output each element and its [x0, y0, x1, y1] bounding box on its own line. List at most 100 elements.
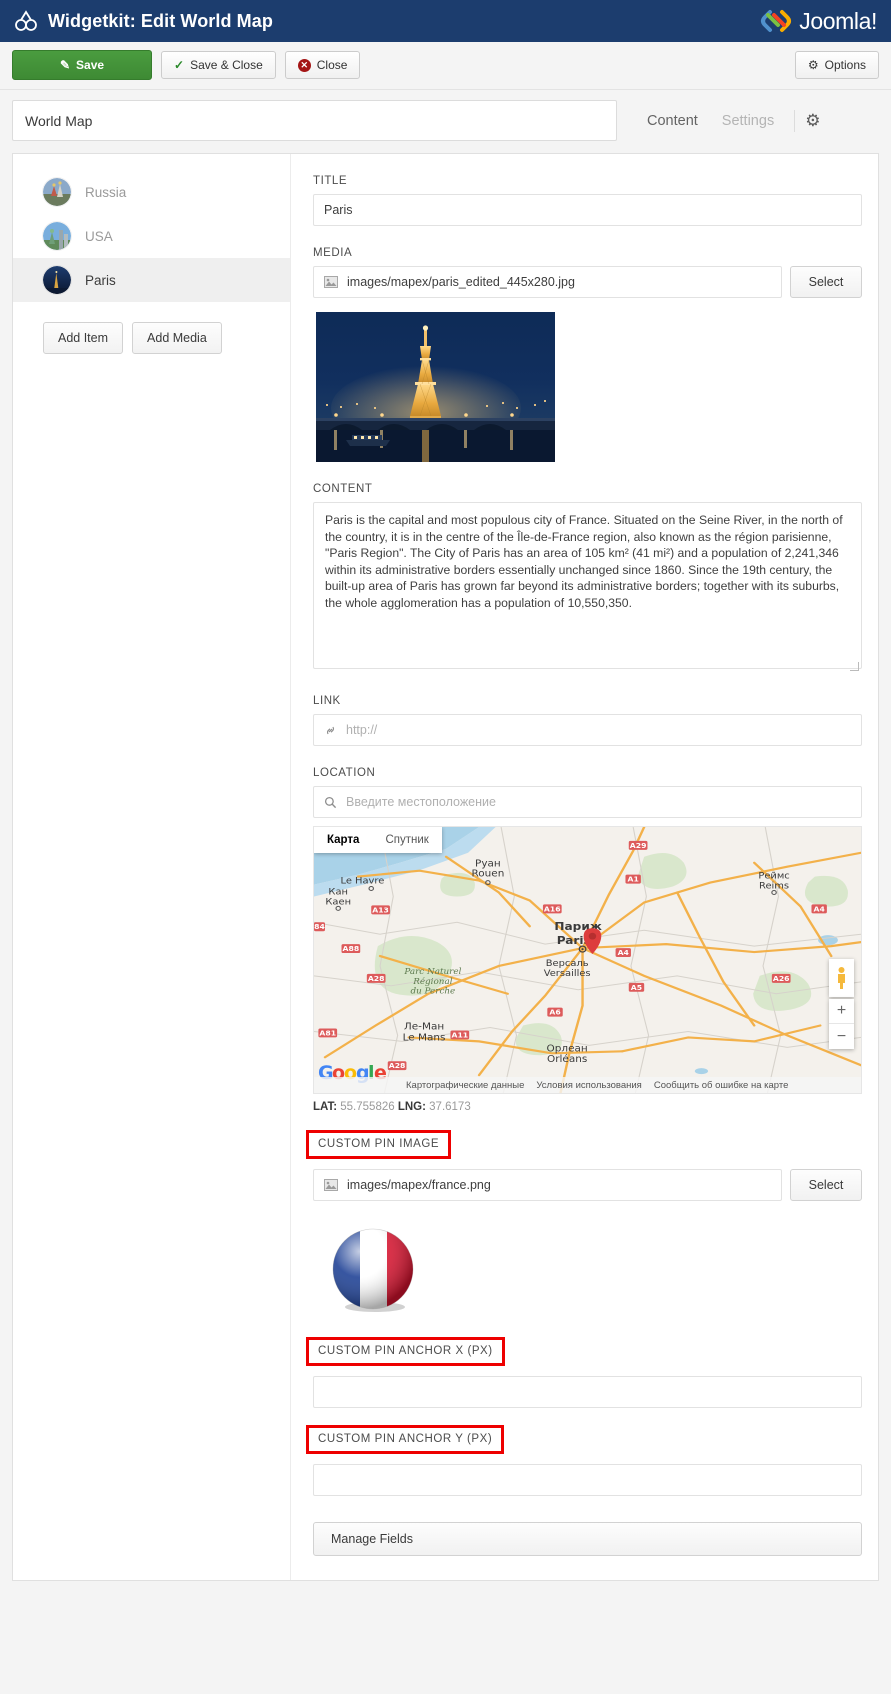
svg-text:A1: A1 [628, 875, 639, 884]
street-view-pegman-icon[interactable] [829, 959, 854, 997]
map-zoom-out-button[interactable]: − [829, 1024, 854, 1049]
options-button[interactable]: ⚙ Options [794, 51, 879, 79]
manage-fields-button[interactable]: Manage Fields [313, 1522, 862, 1556]
field-custom-pin-anchor-y: CUSTOM PIN ANCHOR Y (PX) [306, 1425, 862, 1496]
paris-eiffel-preview-image [316, 312, 555, 462]
title-input[interactable] [313, 194, 862, 226]
page-title: Widgetkit: Edit World Map [48, 10, 273, 31]
widgetkit-logo-icon [14, 10, 38, 32]
pencil-icon: ✎ [59, 58, 71, 72]
save-and-close-label: Save & Close [190, 58, 263, 72]
list-item-usa[interactable]: USA [13, 214, 290, 258]
map-attrib-report[interactable]: Сообщить об ошибке на карте [654, 1080, 789, 1091]
field-link: LINK [313, 691, 862, 746]
content-textarea[interactable] [313, 502, 862, 669]
field-custom-pin-anchor-x: CUSTOM PIN ANCHOR X (PX) [306, 1337, 862, 1408]
image-icon [324, 276, 338, 288]
svg-text:Каен: Каен [325, 897, 351, 907]
widget-title-row: Content Settings ⚙ [0, 90, 891, 153]
list-item-label: USA [85, 228, 113, 244]
map-tab-karta[interactable]: Карта [314, 827, 372, 853]
svg-text:Орлеан: Орлеан [547, 1044, 588, 1054]
location-map[interactable]: A1 A13 A16 A4 A4 A5 A6 A11 A26 A28 A88 A… [313, 826, 862, 1094]
media-label: MEDIA [313, 247, 353, 259]
sidebar-actions: Add Item Add Media [13, 302, 290, 354]
custom-pin-preview [331, 1227, 862, 1320]
svg-text:A13: A13 [372, 906, 389, 915]
joomla-brand: Joomla! [759, 6, 877, 36]
lat-key: LAT: [313, 1101, 338, 1113]
close-button[interactable]: ✕ Close [284, 51, 361, 79]
custom-pin-anchor-y-label: CUSTOM PIN ANCHOR Y (PX) [306, 1425, 505, 1454]
custom-pin-image-select-button[interactable]: Select [790, 1169, 862, 1201]
link-input-wrap[interactable] [313, 714, 862, 746]
custom-pin-image-group: Select [313, 1169, 862, 1201]
item-form: TITLE MEDIA Select [291, 154, 878, 1580]
field-media: MEDIA Select [313, 243, 862, 462]
location-input-wrap[interactable] [313, 786, 862, 818]
list-item-paris[interactable]: Paris [13, 258, 290, 302]
app-header-left: Widgetkit: Edit World Map [14, 10, 273, 32]
field-title: TITLE [313, 171, 862, 226]
content-label: CONTENT [313, 483, 373, 495]
save-button-label: Save [76, 58, 105, 72]
custom-pin-image-input-wrap[interactable] [313, 1169, 782, 1201]
close-button-label: Close [316, 58, 348, 72]
joomla-wordmark: Joomla! [799, 7, 877, 34]
close-circle-icon: ✕ [297, 58, 311, 72]
france-flag-round-icon [332, 1228, 414, 1312]
svg-text:84: 84 [314, 923, 325, 932]
save-and-close-button[interactable]: ✓ Save & Close [161, 51, 276, 79]
widget-tabs: Content Settings ⚙ [635, 109, 822, 132]
svg-text:Rouen: Rouen [471, 869, 504, 879]
custom-pin-anchor-y-input[interactable] [313, 1464, 862, 1496]
link-input[interactable] [346, 723, 851, 737]
custom-pin-anchor-x-input[interactable] [313, 1376, 862, 1408]
map-attribution: Картографические данные Условия использо… [314, 1077, 861, 1093]
tab-settings[interactable]: Settings [710, 113, 786, 129]
map-attrib-terms[interactable]: Условия использования [536, 1080, 641, 1091]
usa-thumb [43, 222, 71, 250]
list-item-label: Paris [85, 272, 116, 288]
items-sidebar: Russia USA Paris Add Item Add Media [13, 154, 291, 1580]
svg-text:Versailles: Versailles [544, 968, 591, 978]
paris-thumb [43, 266, 71, 294]
location-input[interactable] [346, 795, 851, 809]
tab-content[interactable]: Content [635, 113, 710, 129]
item-list: Russia USA Paris [13, 170, 290, 302]
save-button[interactable]: ✎ Save [12, 50, 152, 80]
svg-text:A4: A4 [814, 905, 825, 914]
svg-text:Версаль: Версаль [546, 958, 589, 968]
map-attrib-data: Картографические данные [406, 1079, 525, 1091]
svg-text:A11: A11 [451, 1031, 468, 1040]
tab-divider [794, 109, 796, 132]
svg-text:A16: A16 [544, 905, 561, 914]
image-icon [324, 1179, 338, 1191]
content-resize-wrap [313, 502, 862, 674]
field-location: LOCATION Введите местоположение A1 A13 A… [313, 763, 862, 1113]
custom-pin-image-path-input[interactable] [347, 1178, 771, 1192]
media-select-button[interactable]: Select [790, 266, 862, 298]
media-path-input[interactable] [347, 275, 771, 289]
location-label: LOCATION [313, 767, 376, 779]
svg-text:A5: A5 [631, 983, 642, 992]
manage-fields-row: Manage Fields [313, 1522, 862, 1556]
svg-text:Le Mans: Le Mans [403, 1033, 446, 1043]
media-input-wrap[interactable] [313, 266, 782, 298]
add-media-button[interactable]: Add Media [132, 322, 222, 354]
options-button-label: Options [824, 58, 866, 72]
svg-text:Parc Naturel: Parc Naturel [403, 966, 461, 975]
map-zoom-in-button[interactable]: + [829, 999, 854, 1024]
toolbar: ✎ Save ✓ Save & Close ✕ Close ⚙ Options [0, 42, 891, 90]
svg-text:A81: A81 [319, 1029, 336, 1038]
link-label: LINK [313, 695, 341, 707]
add-item-button[interactable]: Add Item [43, 322, 124, 354]
widget-name-input[interactable] [12, 100, 617, 141]
svg-text:du Perche: du Perche [410, 986, 455, 995]
svg-text:A29: A29 [630, 841, 647, 850]
list-item-russia[interactable]: Russia [13, 170, 290, 214]
map-tab-sputnik[interactable]: Спутник [372, 827, 441, 853]
widget-settings-gear-icon[interactable]: ⚙ [805, 111, 822, 131]
svg-text:Ле-Ман: Ле-Ман [404, 1022, 444, 1032]
svg-text:A4: A4 [618, 948, 629, 957]
